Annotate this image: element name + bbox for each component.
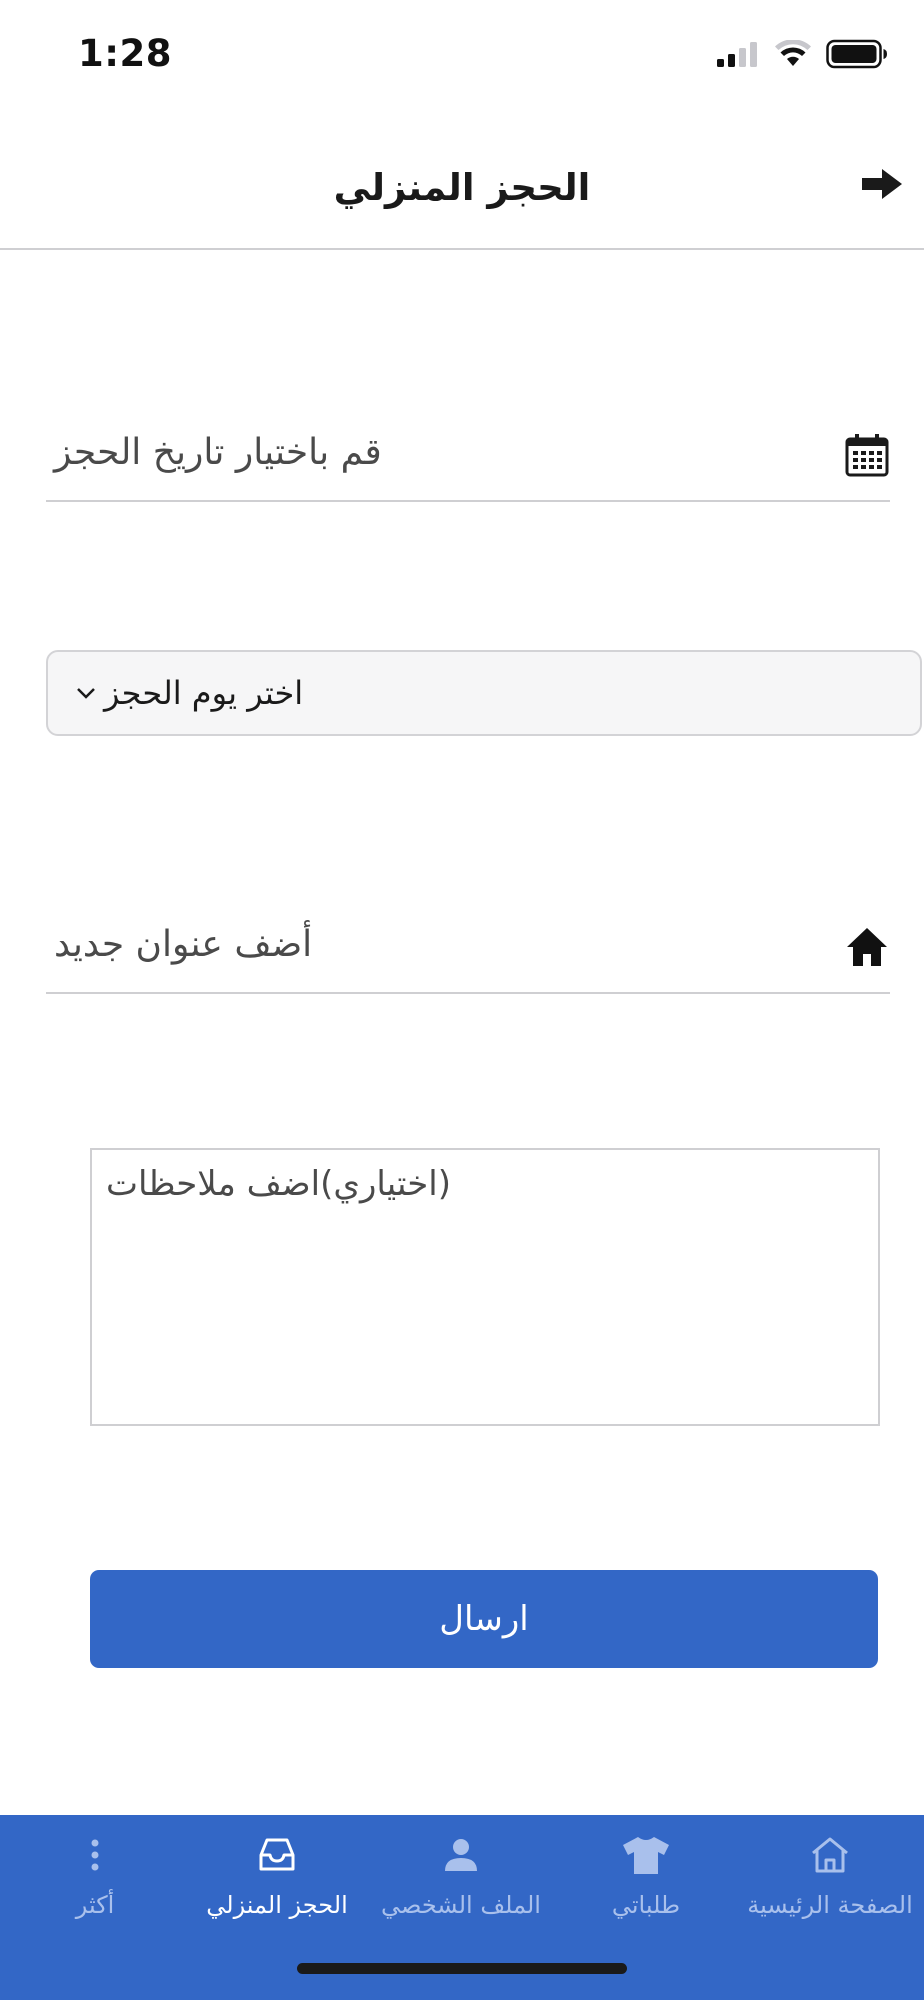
home-indicator xyxy=(297,1963,627,1974)
home-filled-icon xyxy=(844,924,890,970)
nav-item-label: الحجز المنزلي xyxy=(206,1891,348,1919)
nav-item-home-booking[interactable]: الحجز المنزلي xyxy=(182,1829,372,1949)
address-field-placeholder: أضف عنوان جديد xyxy=(54,924,313,965)
inbox-icon xyxy=(182,1829,372,1881)
home-outline-icon xyxy=(735,1829,924,1881)
nav-item-label: الصفحة الرئيسية xyxy=(747,1891,913,1919)
notes-textarea[interactable]: (اختياري)اضف ملاحظات xyxy=(90,1148,880,1426)
back-button[interactable] xyxy=(854,164,910,208)
nav-item-profile[interactable]: الملف الشخصي xyxy=(366,1829,556,1949)
page-title: الحجز المنزلي xyxy=(333,166,591,209)
nav-item-home[interactable]: الصفحة الرئيسية xyxy=(735,1829,924,1949)
date-field-placeholder: قم باختيار تاريخ الحجز xyxy=(54,432,382,473)
more-vertical-icon xyxy=(0,1829,190,1881)
screen: 1:28 الحجز المنزلي قم باختيار تاريخ الحج… xyxy=(0,0,924,2000)
person-icon xyxy=(366,1829,556,1881)
nav-item-label: طلباتي xyxy=(611,1891,681,1919)
header: الحجز المنزلي xyxy=(0,120,924,250)
nav-item-label: الملف الشخصي xyxy=(381,1891,541,1919)
arrow-right-icon xyxy=(860,167,904,205)
submit-button[interactable]: ارسال xyxy=(90,1570,878,1668)
nav-item-orders[interactable]: طلباتي xyxy=(551,1829,741,1949)
wifi-icon xyxy=(774,39,812,72)
day-select[interactable]: اختر يوم الحجز xyxy=(46,650,922,736)
nav-item-more[interactable]: أكثر xyxy=(0,1829,190,1949)
battery-icon xyxy=(826,39,888,73)
chevron-down-icon xyxy=(76,686,96,700)
status-bar: 1:28 xyxy=(0,0,924,110)
nav-item-label: أكثر xyxy=(75,1891,115,1919)
cellular-signal-icon xyxy=(716,40,760,72)
address-field[interactable]: أضف عنوان جديد xyxy=(46,902,890,994)
tshirt-icon xyxy=(551,1829,741,1881)
date-field[interactable]: قم باختيار تاريخ الحجز xyxy=(46,410,890,502)
calendar-icon xyxy=(844,432,890,478)
status-icons xyxy=(716,39,888,73)
status-time: 1:28 xyxy=(78,32,173,75)
notes-placeholder: (اختياري)اضف ملاحظات xyxy=(106,1164,451,1204)
day-select-value: اختر يوم الحجز xyxy=(104,674,304,712)
